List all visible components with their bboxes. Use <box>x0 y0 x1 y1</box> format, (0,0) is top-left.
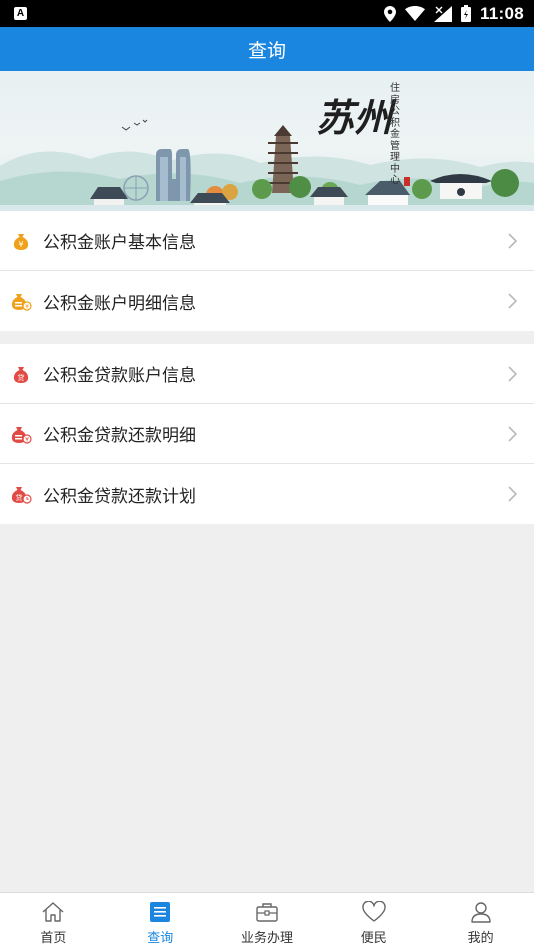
loan-bag-icon: 贷 <box>10 363 32 385</box>
nav-item-home[interactable]: 首页 <box>0 893 107 950</box>
list-item-loan-repay-plan[interactable]: 贷 公积金贷款还款计划 <box>0 464 534 524</box>
item-label: 公积金账户明细信息 <box>43 293 196 314</box>
calligraphy-suzhou: 苏州 <box>316 95 397 140</box>
battery-icon <box>460 5 471 22</box>
a-notification-icon: A <box>14 7 27 20</box>
briefcase-icon <box>254 899 280 925</box>
home-icon <box>40 899 66 925</box>
chevron-right-icon <box>508 232 518 249</box>
nav-item-mine[interactable]: 我的 <box>427 893 534 950</box>
coin-bag-icon: ¥ <box>10 230 32 252</box>
svg-text:¥: ¥ <box>18 240 23 249</box>
nav-item-convenience[interactable]: 便民 <box>320 893 427 950</box>
nav-label: 便民 <box>360 931 387 946</box>
group-divider <box>0 331 534 344</box>
svg-text:贷: 贷 <box>18 373 25 382</box>
location-icon <box>383 5 396 22</box>
banner-image: 苏州 住房公积金管理中心 <box>0 71 534 211</box>
item-label: 公积金贷款还款明细 <box>43 426 196 446</box>
status-bar: A 11:08 <box>0 0 534 27</box>
page-title: 查询 <box>247 39 286 62</box>
svg-text:¥: ¥ <box>25 304 29 311</box>
status-time: 11:08 <box>479 3 524 23</box>
wifi-icon <box>404 6 425 21</box>
list-item-loan-repay-detail[interactable]: ¥ 公积金贷款还款明细 <box>0 404 534 464</box>
person-icon <box>468 899 494 925</box>
nav-item-business[interactable]: 业务办理 <box>214 893 321 950</box>
list-item-account-detail-info[interactable]: ¥ 公积金账户明细信息 <box>0 271 534 331</box>
svg-text:¥: ¥ <box>25 436 29 443</box>
account-info-group: ¥ 公积金账户基本信息 ¥ 公积金账户明细信息 <box>0 211 534 331</box>
nav-label: 业务办理 <box>240 931 293 946</box>
chevron-right-icon <box>508 486 518 502</box>
item-label: 公积金贷款账户信息 <box>43 366 196 386</box>
chevron-right-icon <box>508 365 518 382</box>
loan-info-group: 贷 公积金贷款账户信息 ¥ 公积金贷款还款明细 贷 公积金贷款还款计划 <box>0 344 534 524</box>
heart-icon <box>361 899 387 925</box>
nav-label: 首页 <box>40 931 67 946</box>
nav-item-query[interactable]: 查询 <box>107 893 214 950</box>
query-list-icon <box>147 899 173 925</box>
list-item-account-basic-info[interactable]: ¥ 公积金账户基本信息 <box>0 211 534 271</box>
bottom-nav: 首页 查询 业务办理 便民 我的 <box>0 892 534 950</box>
signal-icon <box>433 5 452 22</box>
suzhou-skyline-illustration: 苏州 <box>0 95 534 211</box>
loan-repay-detail-icon: ¥ <box>10 423 32 445</box>
coin-bag-detail-icon: ¥ <box>10 290 32 312</box>
banner-subtitle: 住房公积金管理中心 <box>390 83 400 186</box>
item-label: 公积金贷款还款计划 <box>43 486 196 507</box>
nav-label: 我的 <box>467 931 494 946</box>
title-bar: 查询 <box>0 27 534 71</box>
nav-label: 查询 <box>147 931 174 946</box>
list-item-loan-account-info[interactable]: 贷 公积金贷款账户信息 <box>0 344 534 404</box>
loan-repay-plan-icon: 贷 <box>10 483 32 505</box>
chevron-right-icon <box>508 293 518 309</box>
chevron-right-icon <box>508 425 518 442</box>
svg-text:贷: 贷 <box>16 493 23 502</box>
item-label: 公积金账户基本信息 <box>43 233 196 253</box>
